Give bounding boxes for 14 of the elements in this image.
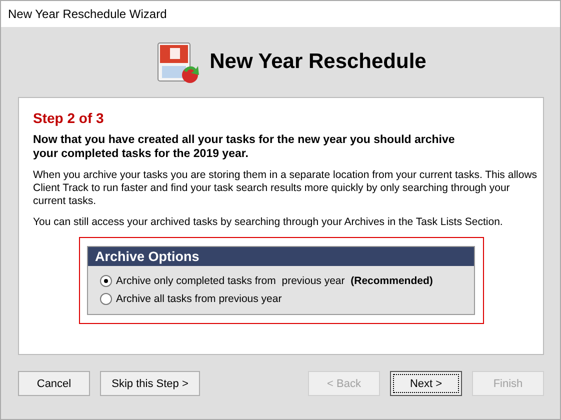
radio-button[interactable] [100,293,112,305]
intro-text: Now that you have created all your tasks for the new year you should archive your completed tasks for the 2019 year. [33,133,456,161]
wizard-button[interactable]: Cancel [18,371,90,396]
description-text: When you archive your tasks you are storing them in a separate location from your current tasks. This allows Client Track to run faster and find your task search results more quickly by only searching through your current tasks. [33,169,538,208]
wizard-title: New Year Reschedule [210,50,426,74]
description-text: You can still access your archived tasks by searching through your Archives in the Task Lists Section. [33,216,504,229]
radio-button[interactable] [100,275,112,287]
wizard-button[interactable]: Skip this Step > [100,371,200,396]
radio-option[interactable]: Archive only completed tasks from previous year (Recommended) [100,275,462,287]
step-label: Step 2 of 3 [33,110,105,126]
window-title: New Year Reschedule Wizard [8,7,167,21]
group-title: Archive Options [88,247,474,266]
radio-option[interactable]: Archive all tasks from previous year [100,293,462,305]
wizard-button[interactable]: Next > [390,371,462,396]
